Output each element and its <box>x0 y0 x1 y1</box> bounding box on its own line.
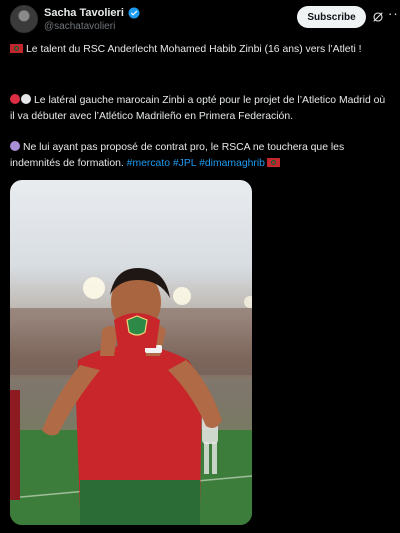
post-paragraph-2: Le latéral gauche marocain Zinbi a opté … <box>10 93 390 125</box>
post-header: Sacha Tavolieri @sachatavolieri Subscrib… <box>10 5 400 35</box>
hashtag-mercato[interactable]: #mercato <box>127 158 170 169</box>
hashtag-jpl[interactable]: #JPL <box>173 158 196 169</box>
red-circle-icon <box>10 94 20 104</box>
post-paragraph-1: Le talent du RSC Anderlecht Mohamed Habi… <box>10 42 390 58</box>
avatar[interactable] <box>10 5 38 33</box>
morocco-flag-icon <box>266 158 280 167</box>
subscribe-button[interactable]: Subscribe <box>297 6 366 28</box>
author-row: Sacha Tavolieri <box>44 7 140 19</box>
paragraph-2-text: Le latéral gauche marocain Zinbi a opté … <box>10 95 386 122</box>
author-handle[interactable]: @sachatavolieri <box>44 21 115 32</box>
hashtag-dimamaghrib[interactable]: #dimamaghrib <box>199 158 265 169</box>
author-name[interactable]: Sacha Tavolieri <box>44 7 124 19</box>
post-paragraph-3: Ne lui ayant pas proposé de contrat pro,… <box>10 140 390 172</box>
purple-circle-icon <box>10 141 20 151</box>
morocco-flag-icon <box>10 44 23 53</box>
paragraph-1-text: Le talent du RSC Anderlecht Mohamed Habi… <box>26 44 362 55</box>
verified-badge-icon <box>128 7 140 19</box>
player-photo-illustration <box>10 268 252 525</box>
post-photo[interactable] <box>10 180 252 525</box>
more-icon[interactable]: ··· <box>388 7 400 20</box>
white-circle-icon <box>21 94 31 104</box>
grok-icon[interactable] <box>372 11 384 23</box>
